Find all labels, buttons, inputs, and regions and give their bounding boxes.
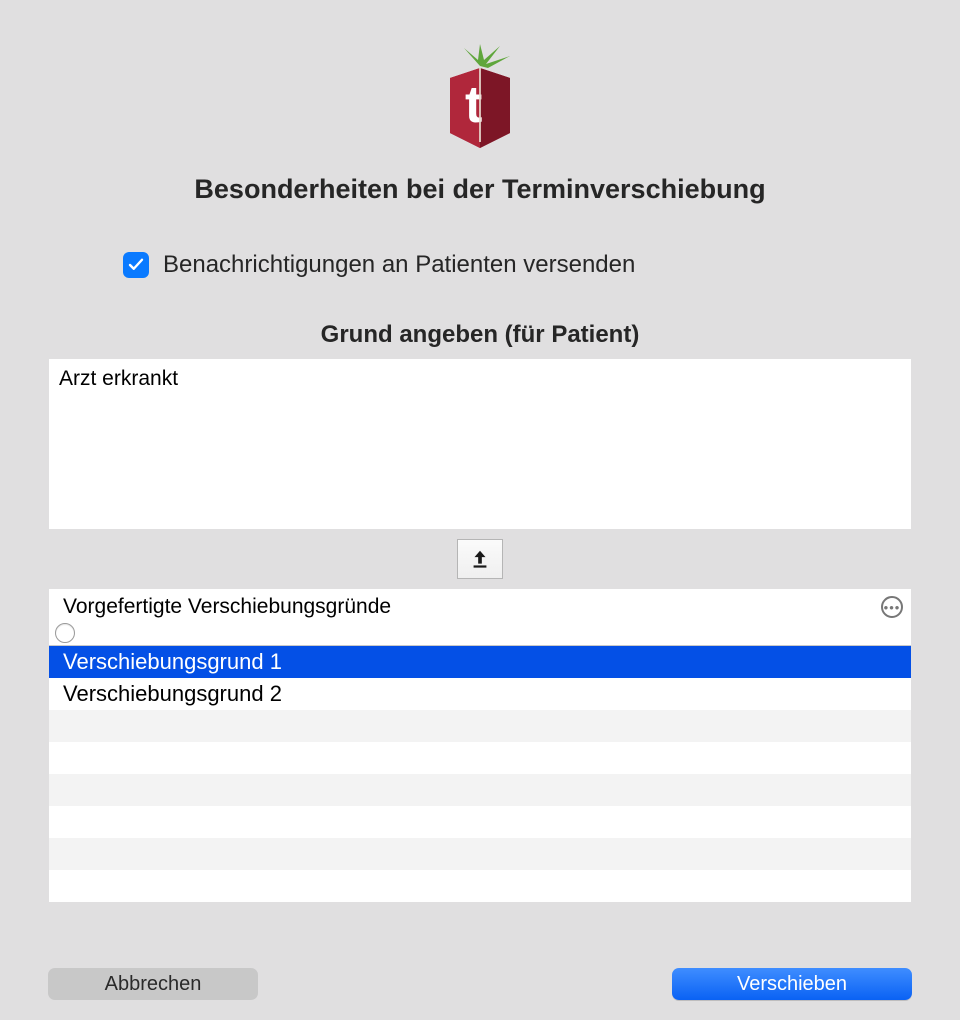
- app-logo: t: [8, 8, 952, 158]
- preset-reasons-list[interactable]: Verschiebungsgrund 1Verschiebungsgrund 2: [49, 646, 911, 902]
- confirm-button[interactable]: Verschieben: [672, 968, 912, 1000]
- notify-patients-row[interactable]: Benachrichtigungen an Patienten versende…: [8, 251, 952, 279]
- list-item[interactable]: [49, 870, 911, 902]
- notify-patients-checkbox[interactable]: [123, 252, 149, 278]
- list-item[interactable]: [49, 774, 911, 806]
- dialog-footer: Abbrechen Verschieben: [8, 968, 952, 1000]
- reason-label: Grund angeben (für Patient): [8, 321, 952, 349]
- preset-reasons-title: Vorgefertigte Verschiebungsgründe: [63, 595, 391, 619]
- more-icon[interactable]: •••: [881, 596, 903, 618]
- notify-patients-label: Benachrichtigungen an Patienten versende…: [163, 251, 635, 279]
- radio-icon[interactable]: [55, 623, 75, 643]
- cancel-button[interactable]: Abbrechen: [48, 968, 258, 1000]
- list-item[interactable]: [49, 742, 911, 774]
- reason-textarea[interactable]: [49, 359, 911, 529]
- list-item[interactable]: [49, 806, 911, 838]
- preset-reasons-header: Vorgefertigte Verschiebungsgründe •••: [49, 589, 911, 623]
- upload-icon: [469, 548, 491, 570]
- preset-radio-row[interactable]: [49, 623, 911, 646]
- list-item[interactable]: Verschiebungsgrund 2: [49, 678, 911, 710]
- preset-reasons-box: Vorgefertigte Verschiebungsgründe •••: [49, 589, 911, 646]
- checkmark-icon: [127, 256, 145, 274]
- list-item[interactable]: [49, 838, 911, 870]
- dialog-title: Besonderheiten bei der Terminverschiebun…: [8, 174, 952, 205]
- reschedule-dialog: t Besonderheiten bei der Terminverschieb…: [8, 8, 952, 1012]
- upload-button[interactable]: [457, 539, 503, 579]
- list-item[interactable]: Verschiebungsgrund 1: [49, 646, 911, 678]
- tomato-logo-icon: t: [420, 38, 540, 158]
- list-item[interactable]: [49, 710, 911, 742]
